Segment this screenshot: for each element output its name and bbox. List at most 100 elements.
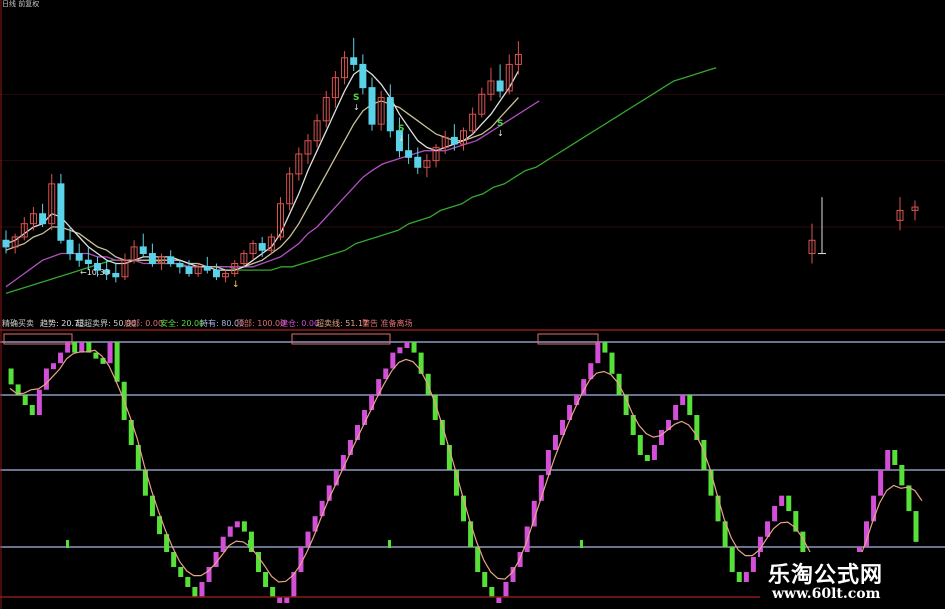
osc-bar xyxy=(772,505,778,522)
osc-bar xyxy=(885,450,891,470)
osc-bar xyxy=(284,597,290,603)
osc-bar xyxy=(397,347,403,354)
osc-bar xyxy=(899,465,905,486)
candle-body xyxy=(148,253,156,265)
osc-bar xyxy=(496,597,502,603)
osc-bar xyxy=(8,368,14,385)
osc-bar xyxy=(185,577,191,587)
watermark-name: 乐淘公式网 xyxy=(768,563,884,588)
candle-body xyxy=(2,239,10,248)
osc-bar xyxy=(482,572,488,587)
candle-body xyxy=(112,272,120,278)
indicator-label: 顶部: 100.00 xyxy=(236,319,286,328)
osc-bar xyxy=(673,405,679,420)
candle-body xyxy=(350,57,358,65)
buy-signal-marker: S xyxy=(353,93,359,103)
osc-bar xyxy=(913,511,919,542)
osc-bar xyxy=(503,582,509,597)
candle-body xyxy=(368,87,376,125)
watermark-url: www.60lt.com xyxy=(772,586,881,602)
osc-bar xyxy=(637,435,643,455)
osc-bar xyxy=(227,526,233,537)
buy-signal-marker: S xyxy=(497,119,503,129)
osc-bar xyxy=(199,582,205,597)
candle-body xyxy=(66,239,74,255)
osc-bar xyxy=(475,547,481,572)
candle-body xyxy=(139,246,147,255)
bottom-marker xyxy=(248,540,251,548)
bottom-marker xyxy=(66,540,69,548)
candle-body xyxy=(496,80,504,92)
candle-body xyxy=(84,259,92,265)
osc-bar xyxy=(743,572,749,582)
bottom-marker xyxy=(388,540,391,548)
osc-bar xyxy=(270,587,276,597)
chart-title: 日线 前复权 xyxy=(2,0,40,8)
indicator-label: 警告 准备离场 xyxy=(362,319,413,328)
signal-arrow: ↓ xyxy=(497,129,504,138)
osc-bar xyxy=(786,495,792,512)
candle-body xyxy=(75,253,83,261)
low-marker: ↓ xyxy=(232,280,240,290)
candle-body xyxy=(258,243,266,251)
indicator-label: 精确买卖 xyxy=(2,319,34,328)
osc-bar xyxy=(729,547,735,572)
osc-bar xyxy=(411,342,417,353)
signal-arrow: ↓ xyxy=(353,103,360,112)
osc-bar xyxy=(510,567,516,582)
osc-bar xyxy=(680,395,686,405)
osc-bar xyxy=(107,342,113,364)
osc-bar xyxy=(390,352,396,369)
osc-bar xyxy=(687,395,693,415)
candle-body xyxy=(212,269,220,278)
osc-bar xyxy=(93,352,99,359)
osc-bar xyxy=(36,389,42,415)
candle-body xyxy=(359,63,367,89)
osc-bar xyxy=(404,342,410,348)
osc-bar xyxy=(128,420,134,445)
osc-bar xyxy=(58,352,64,364)
osc-bar xyxy=(489,587,495,597)
candle-body xyxy=(176,263,184,268)
osc-bar xyxy=(241,521,247,532)
osc-bar xyxy=(277,597,283,603)
candle-body xyxy=(57,183,65,241)
osc-bar xyxy=(50,363,56,370)
osc-bar xyxy=(552,435,558,450)
osc-bar xyxy=(22,395,28,405)
osc-bar xyxy=(878,470,884,496)
osc-bar xyxy=(736,572,742,582)
candle-body xyxy=(386,97,394,132)
candle-body xyxy=(450,136,458,145)
watermark: 乐淘公式网 www.60lt.com xyxy=(760,552,945,609)
indicator-label: 安全: 20.00 xyxy=(160,319,205,328)
osc-bar xyxy=(750,557,756,572)
osc-bar xyxy=(234,521,240,528)
price-panel: ←10.33↓S↓S↓S↓ xyxy=(0,37,945,295)
candle-body xyxy=(167,256,175,265)
candle-body xyxy=(414,156,422,168)
osc-bar xyxy=(29,405,35,415)
candle-body xyxy=(39,213,47,225)
osc-bar xyxy=(192,587,198,597)
osc-bar xyxy=(114,342,120,382)
osc-bar xyxy=(658,430,664,445)
osc-bar xyxy=(906,485,912,512)
osc-bar xyxy=(644,455,650,461)
osc-bar xyxy=(43,368,49,390)
candle-body xyxy=(185,266,193,274)
osc-bar xyxy=(263,572,269,587)
candle-body xyxy=(405,150,413,158)
stock-chart: ←10.33↓S↓S↓S↓ xyxy=(0,0,945,609)
low-price-label: ←10.33 xyxy=(80,268,110,277)
buy-signal-marker: S xyxy=(398,124,404,134)
osc-bar xyxy=(892,450,898,465)
indicator-label: 建仓: 0.00 xyxy=(280,319,320,328)
osc-bar xyxy=(79,342,85,353)
bottom-marker xyxy=(580,540,583,548)
osc-bar xyxy=(651,445,657,460)
osc-bar xyxy=(376,379,382,395)
indicator-label: 底部: 0.00 xyxy=(124,319,164,328)
signal-arrow: ↓ xyxy=(398,134,405,143)
osc-bar xyxy=(595,342,601,364)
